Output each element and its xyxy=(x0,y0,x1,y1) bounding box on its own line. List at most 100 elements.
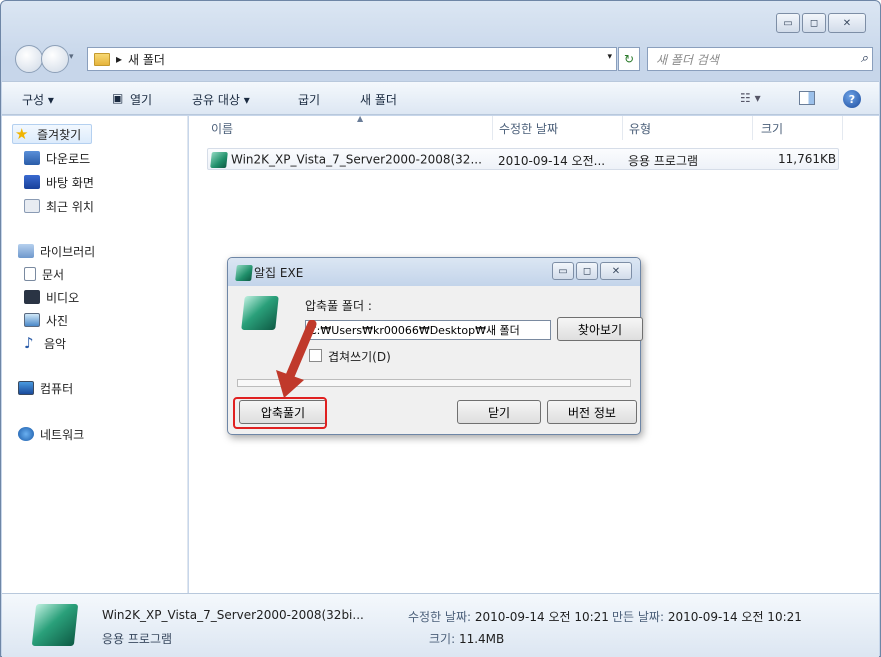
sidebar-item-pictures[interactable]: 사진 xyxy=(24,310,68,330)
preview-pane-icon[interactable] xyxy=(799,91,815,105)
sidebar-item-label: 라이브러리 xyxy=(40,244,96,259)
sidebar-item-label: 비디오 xyxy=(46,290,80,305)
column-header-name[interactable]: 이름 ▲ xyxy=(207,114,493,140)
file-modified-cell: 2010-09-14 오전... xyxy=(498,154,606,168)
sidebar-item-label: 최근 위치 xyxy=(46,199,94,214)
dialog-title-bar[interactable]: 알집 EXE ▭ ◻ ✕ xyxy=(228,258,640,286)
extract-folder-label: 압축풀 폴더 : xyxy=(305,299,372,313)
alzip-exe-icon xyxy=(210,152,228,168)
browse-button[interactable]: 찾아보기 xyxy=(557,317,643,341)
details-file-type: 응용 프로그램 xyxy=(102,632,173,646)
minimize-button[interactable]: ▭ xyxy=(776,13,800,33)
music-note-icon: ♪ xyxy=(24,334,34,352)
refresh-icon[interactable]: ↻ xyxy=(618,47,640,71)
extract-path-input[interactable] xyxy=(305,320,551,340)
forward-button[interactable] xyxy=(41,45,69,73)
help-icon[interactable]: ? xyxy=(843,90,861,108)
column-header-label: 수정한 날짜 xyxy=(499,121,559,136)
column-header-size[interactable]: 크기 xyxy=(755,116,843,140)
alzip-exe-large-icon xyxy=(31,604,79,646)
pointer-arrow-icon xyxy=(276,320,317,398)
command-bar: 구성 ▾ ▣ 열기 공유 대상 ▾ 굽기 새 폴더 ☷ ▾ ? xyxy=(2,81,879,115)
sidebar-item-label: 네트워크 xyxy=(40,427,85,442)
organize-button[interactable]: 구성 ▾ xyxy=(22,91,54,108)
open-button[interactable]: 열기 xyxy=(130,91,152,108)
sidebar-item-documents[interactable]: 문서 xyxy=(24,264,64,284)
details-size-value: 11.4MB xyxy=(458,632,505,646)
breadcrumb-current-folder[interactable]: 새 폴더 xyxy=(128,51,165,68)
dialog-title: 알집 EXE xyxy=(254,266,304,280)
sidebar-item-music[interactable]: ♪ 음악 xyxy=(24,333,66,353)
details-created-value: 2010-09-14 오전 10:21 xyxy=(667,610,802,624)
breadcrumb-separator: ▸ xyxy=(116,52,123,66)
details-created: 만든 날짜: 2010-09-14 오전 10:21 xyxy=(612,608,802,625)
column-header-label: 유형 xyxy=(629,121,652,136)
details-pane: Win2K_XP_Vista_7_Server2000-2008(32bi...… xyxy=(2,593,879,657)
sidebar-item-label: 음악 xyxy=(44,336,67,351)
sidebar-item-downloads[interactable]: 다운로드 xyxy=(24,148,90,168)
details-modified: 수정한 날짜: 2010-09-14 오전 10:21 xyxy=(408,608,609,625)
search-input[interactable]: 새 폴더 검색 ⌕ xyxy=(647,47,873,71)
close-button[interactable]: ✕ xyxy=(828,13,866,33)
share-button[interactable]: 공유 대상 ▾ xyxy=(192,91,250,108)
sidebar-item-label: 사진 xyxy=(46,313,69,328)
document-icon xyxy=(24,267,36,281)
recent-places-icon xyxy=(24,199,40,213)
sidebar-item-label: 문서 xyxy=(42,267,65,282)
open-icon: ▣ xyxy=(112,91,124,105)
sidebar-item-label: 컴퓨터 xyxy=(40,381,74,396)
address-bar-area: ▾ ▸ 새 폴더 ▾ ↻ 새 폴더 검색 ⌕ xyxy=(11,43,873,73)
new-folder-button[interactable]: 새 폴더 xyxy=(360,91,397,108)
window-controls: ▭ ◻ ✕ xyxy=(776,13,866,33)
column-header-label: 크기 xyxy=(761,121,784,136)
search-icon[interactable]: ⌕ xyxy=(861,51,868,66)
folder-icon xyxy=(94,52,110,66)
details-size: 크기: 11.4MB xyxy=(429,630,504,647)
downloads-folder-icon xyxy=(24,151,40,165)
file-size-cell: 11,761KB xyxy=(778,152,837,166)
details-modified-value: 2010-09-14 오전 10:21 xyxy=(474,610,609,624)
version-info-button[interactable]: 버전 정보 xyxy=(547,400,637,424)
sidebar-item-label: 바탕 화면 xyxy=(46,175,94,190)
view-options-icon[interactable]: ☷ ▾ xyxy=(740,91,761,105)
details-size-label: 크기: xyxy=(429,632,456,646)
file-name: Win2K_XP_Vista_7_Server2000-2008(32... xyxy=(231,152,482,167)
sidebar-item-label: 다운로드 xyxy=(46,151,91,166)
maximize-button[interactable]: ◻ xyxy=(802,13,826,33)
back-button[interactable] xyxy=(15,45,43,73)
dialog-minimize-button[interactable]: ▭ xyxy=(552,262,574,280)
navigation-pane: ★ 즐겨찾기 다운로드 바탕 화면 최근 위치 라이브러리 문서 비디오 사진 … xyxy=(2,116,188,593)
dialog-close-text-button[interactable]: 닫기 xyxy=(457,400,541,424)
dialog-maximize-button[interactable]: ◻ xyxy=(576,262,598,280)
recent-pages-icon[interactable]: ▾ xyxy=(69,52,74,62)
extract-highlight-box xyxy=(233,397,327,429)
search-placeholder: 새 폴더 검색 xyxy=(656,52,719,67)
dialog-close-button[interactable]: ✕ xyxy=(600,262,632,280)
video-icon xyxy=(24,290,40,304)
burn-button[interactable]: 굽기 xyxy=(298,91,320,108)
address-dropdown-icon[interactable]: ▾ xyxy=(607,52,612,62)
file-name-cell: Win2K_XP_Vista_7_Server2000-2008(32... xyxy=(210,152,482,168)
sidebar-item-favorites[interactable]: ★ 즐겨찾기 xyxy=(12,124,93,144)
sidebar-item-videos[interactable]: 비디오 xyxy=(24,287,79,307)
sidebar-item-recent[interactable]: 최근 위치 xyxy=(24,196,94,216)
sort-ascending-icon: ▲ xyxy=(357,114,364,123)
computer-icon xyxy=(18,381,34,395)
alzip-title-icon xyxy=(235,265,253,281)
address-box[interactable]: ▸ 새 폴더 ▾ xyxy=(87,47,617,71)
sidebar-item-computer[interactable]: 컴퓨터 xyxy=(18,378,73,398)
network-icon xyxy=(18,427,34,441)
column-header-modified[interactable]: 수정한 날짜 xyxy=(495,116,623,140)
sidebar-item-libraries[interactable]: 라이브러리 xyxy=(18,241,95,261)
picture-icon xyxy=(24,313,40,327)
sidebar-item-network[interactable]: 네트워크 xyxy=(18,424,84,444)
column-header-type[interactable]: 유형 xyxy=(625,116,753,140)
sidebar-item-desktop[interactable]: 바탕 화면 xyxy=(24,172,94,192)
details-modified-label: 수정한 날짜: xyxy=(408,610,472,624)
overwrite-label: 겹쳐쓰기(D) xyxy=(328,350,391,364)
details-file-name: Win2K_XP_Vista_7_Server2000-2008(32bi... xyxy=(102,608,364,622)
details-created-label: 만든 날짜: xyxy=(612,610,665,624)
file-row[interactable]: Win2K_XP_Vista_7_Server2000-2008(32... 2… xyxy=(207,148,839,170)
library-icon xyxy=(18,244,34,258)
dialog-window-controls: ▭ ◻ ✕ xyxy=(552,262,632,280)
